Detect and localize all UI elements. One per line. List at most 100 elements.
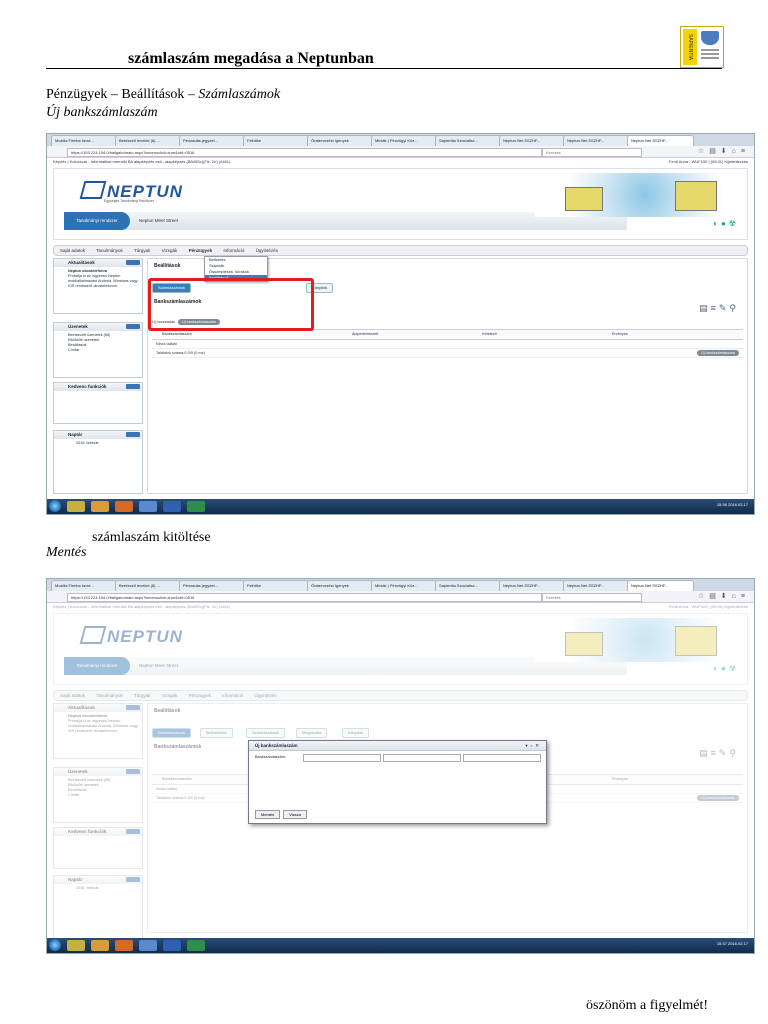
taskbar-app-icon[interactable] [67,501,85,512]
crest-icon [701,31,719,45]
toolbar-icons[interactable]: ☆▤⬇⌂≡ [698,592,750,600]
user-info[interactable]: Fenti Anna - WUF100 | (09:31) Kijelentke… [669,159,748,164]
excel-icon[interactable] [187,501,205,512]
back-button[interactable]: Vissza [283,810,307,819]
taskbar-app-icon[interactable] [139,501,157,512]
browser-tab[interactable]: Neptun.Net SSZHF... [499,135,566,146]
favorites-panel: Kedvenc funkciók [53,382,143,424]
browser-tab-active[interactable]: Neptun.Net SSZHF... [627,135,694,146]
header-subtitle: Neptun Meet Street [139,218,179,223]
news-body: Próbálja ki az ingyenes Neptun mobilalka… [68,274,138,288]
firefox-icon[interactable] [115,940,133,951]
browser-urlbar: https://193.224.194.0/hallgato/main.aspx… [47,146,754,158]
tray-time: 15:37 [716,941,727,946]
left-column: Aktualitások Neptun okostelefonraPróbálj… [53,258,143,494]
browser-tab[interactable]: Sapientia Szocialisz... [435,580,502,591]
taskbar-app-icon[interactable] [67,940,85,951]
news-panel: Aktualitások Neptun okostelefonraPróbálj… [53,258,143,314]
menu-penzugyek[interactable]: Pénzügyek [189,248,213,253]
browser-tab[interactable]: Miniák | Pénzügyi Köz... [371,135,438,146]
system-button[interactable]: Tanulmányi rendszer [64,212,130,230]
table-tools[interactable]: ▤≡✎⚲ [699,303,739,314]
taskbar-app-icon[interactable] [91,940,109,951]
browser-tab[interactable]: Pénzadás jegyzet... [179,580,246,591]
firefox-icon[interactable] [115,501,133,512]
word-icon[interactable] [163,501,181,512]
panel-buttons[interactable] [126,260,140,265]
taskbar-app-icon[interactable] [139,940,157,951]
header-artwork [535,173,735,217]
account-input-2[interactable] [383,754,461,762]
system-tray-clock: 15:36 2016.02.17 [717,502,748,507]
menu-sajat[interactable]: Saját adatok [60,248,85,253]
browser-tab[interactable]: Óratervezési Igények [307,580,374,591]
panel-buttons[interactable] [126,432,140,437]
browser-tab[interactable]: Beérkező levelek (8) ... [115,135,182,146]
browser-tab[interactable]: Mozilla Firefox kezd... [51,135,118,146]
browser-tab[interactable]: Neptun.Net SSZHF... [499,580,566,591]
taskbar: 15:37 2016.02.17 [47,938,754,953]
dialog-controls-icon[interactable]: ▾▫✕ [525,741,542,750]
browser-tab[interactable]: Neptun.Net SSZHF... [563,135,630,146]
neptun-infoline: Képzés | Kolozsvár - Informatikai mérnök… [53,159,748,167]
search-field[interactable]: Keresés [542,593,642,602]
browser-tab[interactable]: Sapientia Szocialisz... [435,135,502,146]
new-account-button-bottom[interactable]: Új bankszámlaszám [697,350,739,356]
tray-date: 2016.02.17 [727,502,748,507]
main-menu: Saját adatok Tanulmányok Tárgyak Vizsgák… [53,245,748,256]
browser-tab[interactable]: Pénzadás jegyzet... [179,135,246,146]
menu-vizsgak[interactable]: Vizsgák [162,248,178,253]
col-account[interactable]: Bankszámlaszám [162,330,192,339]
menu-tanulmanyok[interactable]: Tanulmányok [96,248,123,253]
browser-tab[interactable]: Neptun.Net SSZHF... [563,580,630,591]
browser-tab-active[interactable]: Neptun.Net SSZHF... [627,580,694,591]
start-icon[interactable] [49,939,61,951]
excel-icon[interactable] [187,940,205,951]
red-highlight-box [148,278,314,331]
neptun-logo-sub: Egységes Tanulmányi Rendszer [104,199,154,203]
start-icon[interactable] [49,500,61,512]
col-required[interactable]: Kötelező [482,330,497,339]
browser-urlbar: https://193.224.194.0/hallgato/main.aspx… [47,591,754,603]
header-icons[interactable]: ◐●☢ [713,219,739,228]
word-icon[interactable] [163,940,181,951]
toolbar-icons[interactable]: ☆▤⬇⌂≡ [698,147,750,155]
tray-date: 2016.02.17 [727,941,748,946]
dialog-header: Új bankszámlaszám ▾▫✕ [249,741,546,751]
menu-targyak[interactable]: Tárgyak [134,248,150,253]
art-box-icon [565,187,603,211]
dialog-buttons: Mentés Vissza [255,810,310,819]
col-valid[interactable]: Érvényes [612,330,628,339]
neptun-header: NEPTUN Egységes Tanulmányi Rendszer Tanu… [53,168,748,240]
url-field[interactable]: https://193.224.194.0/hallgato/main.aspx… [67,593,542,602]
screenshot-settings: Mozilla Firefox kezd... Beérkező levelek… [46,133,755,515]
col-default[interactable]: Alapértelmezett [352,330,378,339]
browser-tab[interactable]: Óratervezési Igények [307,135,374,146]
account-input-1[interactable] [303,754,381,762]
menu-ugyintezes[interactable]: Ügyintézés [256,248,278,253]
panel-buttons[interactable] [126,324,140,329]
panel-title: Üzenetek [68,324,88,329]
url-field[interactable]: https://193.224.194.0/hallgato/main.aspx… [67,148,542,157]
news-headline[interactable]: Neptun okostelefonra [68,269,107,273]
menu-informacio[interactable]: Információ [223,248,244,253]
save-button[interactable]: Mentés [255,810,281,819]
account-input-3[interactable] [463,754,541,762]
search-field[interactable]: Keresés [542,148,642,157]
taskbar: 15:36 2016.02.17 [47,499,754,514]
browser-tab[interactable]: Miniák | Pénzügyi Köz... [371,580,438,591]
sapientia-logo: SAPIENTIA [680,26,724,68]
msg-item-directory[interactable]: Címtár [68,348,138,353]
taskbar-app-icon[interactable] [91,501,109,512]
panel-body: Beérkezett üzenetek (66) Elküldött üzene… [54,331,142,355]
panel-header: Üzenetek [54,323,142,331]
browser-tab[interactable]: Felhőke [243,135,310,146]
tray-time: 15:36 [716,502,727,507]
browser-tab[interactable]: Mozilla Firefox kezd... [51,580,118,591]
messages-panel: Üzenetek Beérkezett üzenetek (66) Elküld… [53,322,143,378]
panel-header: Aktualitások [54,259,142,267]
browser-tab[interactable]: Felhőke [243,580,310,591]
accounts-table: Bankszámlaszám Alapértelmezett Kötelező … [152,329,743,365]
browser-tab[interactable]: Beérkező levelek (8) ... [115,580,182,591]
panel-buttons[interactable] [126,384,140,389]
